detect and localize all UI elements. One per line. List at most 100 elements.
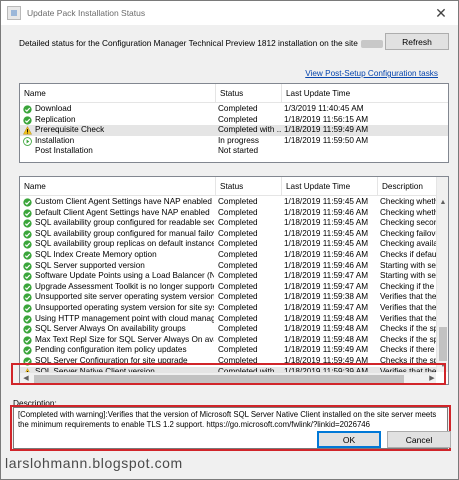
- check-icon: [23, 240, 32, 250]
- cell-status: Completed: [218, 292, 258, 302]
- cell-last-update: 1/18/2019 11:56:15 AM: [284, 114, 369, 124]
- close-button[interactable]: ✕: [424, 1, 458, 25]
- cell-name: Upgrade Assessment Toolkit is no longer …: [35, 281, 214, 291]
- col-header-name[interactable]: Name: [20, 84, 216, 103]
- vertical-scrollbar[interactable]: ▲ ▼: [436, 177, 448, 372]
- cell-description: Starting with servic: [380, 260, 436, 270]
- cell-description: Checking whether: [380, 197, 436, 206]
- table-row[interactable]: Pending configuration item policy update…: [20, 345, 436, 356]
- cell-last-update: 1/18/2019 11:59:48 AM: [284, 324, 369, 334]
- cell-name: SQL Index Create Memory option: [35, 250, 157, 259]
- table-row[interactable]: Unsupported operating system version for…: [20, 303, 436, 314]
- table-row[interactable]: Replication Completed 1/18/2019 11:56:15 A…: [20, 115, 448, 126]
- scroll-up-icon[interactable]: ▲: [437, 197, 448, 209]
- cell-last-update: 1/18/2019 11:59:38 AM: [284, 292, 369, 302]
- cell-last-update: 1/18/2019 11:59:46 AM: [284, 207, 369, 217]
- table-row[interactable]: SQL availability group configured for re…: [20, 218, 436, 229]
- cell-status: Completed: [218, 303, 258, 312]
- cell-status: Completed: [218, 239, 258, 249]
- check-icon: [23, 346, 32, 356]
- table-row[interactable]: SQL availability group configured for ma…: [20, 229, 436, 240]
- cell-name: SQL availability group configured for ma…: [35, 228, 214, 238]
- cell-name: Software Update Points using a Load Bala…: [35, 271, 214, 281]
- cell-name: SQL availability group configured for re…: [35, 218, 214, 228]
- cell-status: Not started: [218, 146, 259, 156]
- cell-status: Completed: [218, 114, 258, 124]
- cell-description: Verifies that the sit: [380, 292, 436, 302]
- table-row[interactable]: Upgrade Assessment Toolkit is no longer …: [20, 282, 436, 293]
- cell-last-update: 1/18/2019 11:59:47 AM: [284, 281, 369, 291]
- cell-name: Prerequisite Check: [35, 125, 105, 135]
- table-row[interactable]: Software Update Points using a Load Bala…: [20, 271, 436, 282]
- col-header-last-update[interactable]: Last Update Time: [282, 84, 448, 103]
- table-row[interactable]: Custom Client Agent Settings have NAP en…: [20, 197, 436, 208]
- table-row[interactable]: SQL availability group replicas on defau…: [20, 239, 436, 250]
- prerequisite-details-grid: Name Status Last Update Time Description…: [19, 176, 449, 385]
- table-row[interactable]: Unsupported site server operating system…: [20, 292, 436, 303]
- refresh-button[interactable]: Refresh: [385, 33, 449, 50]
- cell-status: Completed: [218, 197, 258, 206]
- cell-description: Checking seconda: [380, 218, 436, 228]
- table-row[interactable]: Post Installation Not started: [20, 146, 448, 157]
- check-icon: [23, 219, 32, 228]
- col-header-last-update[interactable]: Last Update Time: [282, 177, 378, 196]
- cell-last-update: 1/18/2019 11:59:48 AM: [284, 313, 369, 323]
- warning-icon: [23, 126, 32, 135]
- check-icon: [23, 283, 32, 292]
- check-icon: [23, 325, 32, 334]
- blog-watermark: larslohmann.blogspot.com: [5, 455, 183, 471]
- table-row[interactable]: SQL Index Create Memory option Completed 1…: [20, 250, 436, 261]
- cell-status: Completed: [218, 313, 258, 323]
- cell-status: Completed: [218, 250, 258, 259]
- cell-last-update: 1/18/2019 11:59:50 AM: [284, 135, 369, 145]
- update-pack-status-window: Update Pack Installation Status ✕ Detail…: [0, 0, 459, 480]
- cell-description: Checking whether: [380, 207, 436, 217]
- play-icon: [23, 136, 32, 146]
- table-row[interactable]: Default Client Agent Settings have NAP e…: [20, 208, 436, 219]
- cell-last-update: 1/18/2019 11:59:49 AM: [284, 345, 369, 355]
- check-icon: [23, 293, 32, 303]
- highlight-box-row: [11, 363, 446, 385]
- cell-last-update: 1/18/2019 11:59:46 AM: [284, 250, 369, 259]
- table-row[interactable]: Max Text Repl Size for SQL Server Always…: [20, 335, 436, 346]
- check-icon: [23, 304, 32, 313]
- header-label: Detailed status for the Configuration Ma…: [19, 38, 383, 48]
- check-icon: [23, 105, 32, 114]
- cell-status: Completed: [218, 324, 258, 334]
- table-row[interactable]: Using HTTP management point with cloud m…: [20, 314, 436, 325]
- check-icon: [23, 230, 32, 239]
- check-icon: [23, 251, 32, 260]
- scroll-thumb[interactable]: [439, 327, 447, 361]
- cell-last-update: 1/18/2019 11:59:49 AM: [284, 125, 369, 135]
- table-row[interactable]: Prerequisite Check Completed with ... 1/18…: [20, 125, 448, 136]
- check-icon: [23, 115, 32, 125]
- redacted-site-code: [360, 39, 383, 48]
- cancel-button[interactable]: Cancel: [387, 431, 451, 448]
- cell-status: Completed: [218, 345, 258, 355]
- col-header-status[interactable]: Status: [216, 84, 282, 103]
- cell-name: Using HTTP management point with cloud m…: [35, 313, 214, 323]
- post-setup-tasks-link[interactable]: View Post-Setup Configuration tasks: [305, 69, 438, 78]
- stages-grid-header: Name Status Last Update Time: [20, 84, 448, 103]
- check-icon: [23, 261, 32, 271]
- cell-status: Completed: [218, 228, 258, 238]
- table-row[interactable]: Installation In progress 1/18/2019 11:59:5…: [20, 136, 448, 147]
- cell-status: Completed with ...: [218, 125, 282, 135]
- cell-description: Starting with servic: [380, 271, 436, 281]
- cell-last-update: 1/3/2019 11:40:45 AM: [284, 104, 364, 113]
- cell-status: Completed: [218, 207, 258, 217]
- check-icon: [23, 336, 32, 345]
- cell-name: Unsupported operating system version for…: [35, 303, 214, 312]
- app-icon: [7, 6, 21, 20]
- table-row[interactable]: SQL Server supported version Completed 1/1…: [20, 261, 436, 272]
- cell-name: Default Client Agent Settings have NAP e…: [35, 207, 210, 217]
- cell-last-update: 1/18/2019 11:59:45 AM: [284, 239, 369, 249]
- cell-name: SQL Server Always On availability groups: [35, 324, 186, 334]
- cell-status: Completed: [218, 271, 258, 281]
- col-header-status[interactable]: Status: [216, 177, 282, 196]
- cell-description: Checking if the Up: [380, 281, 436, 291]
- ok-button[interactable]: OK: [317, 431, 381, 448]
- table-row[interactable]: Download Completed 1/3/2019 11:40:45 AM: [20, 104, 448, 115]
- col-header-name[interactable]: Name: [20, 177, 216, 196]
- table-row[interactable]: SQL Server Always On availability groups…: [20, 324, 436, 335]
